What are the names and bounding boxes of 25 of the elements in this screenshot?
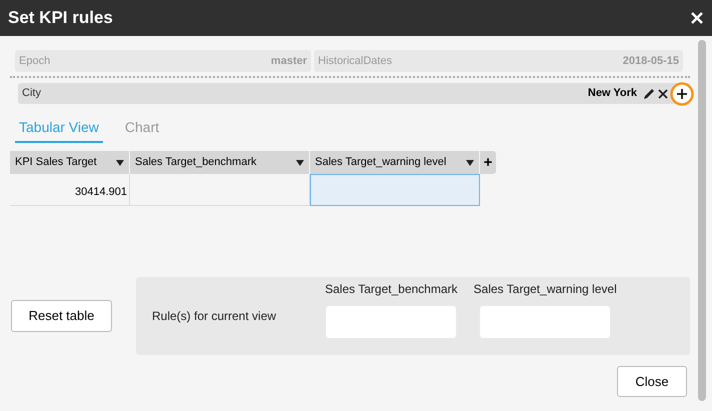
rules-label: Rule(s) for current view [152, 308, 278, 325]
filter-value: New York [588, 86, 637, 102]
rule-field-label: Sales Target_benchmark [325, 281, 458, 298]
filter-label: Epoch [19, 54, 50, 69]
scrollbar[interactable] [698, 40, 706, 401]
column-header[interactable]: Sales Target_warning level [310, 151, 480, 174]
column-header[interactable]: Sales Target_benchmark [130, 151, 310, 174]
dropdown-caret-icon[interactable] [296, 160, 304, 166]
pencil-icon[interactable] [642, 86, 656, 100]
close-icon[interactable] [657, 88, 669, 100]
column-header[interactable]: KPI Sales Target [10, 151, 130, 174]
add-column-button[interactable]: + [480, 151, 496, 174]
window-title: Set KPI rules [8, 7, 113, 30]
filter-value: 2018-05-15 [622, 54, 679, 69]
plus-icon[interactable] [670, 82, 694, 106]
reset-table-button[interactable]: Reset table [11, 300, 112, 332]
dropdown-caret-icon[interactable] [116, 160, 124, 166]
table-cell[interactable] [310, 174, 480, 206]
table-cell[interactable]: 30414.901 [10, 174, 130, 206]
filter-label: HistoricalDates [318, 54, 392, 69]
rule-field-label: Sales Target_warning level [474, 281, 617, 298]
filter-value: master [270, 54, 307, 69]
dropdown-caret-icon[interactable] [466, 160, 474, 166]
filter-label: City [22, 86, 42, 102]
close-button[interactable]: Close [617, 366, 687, 397]
